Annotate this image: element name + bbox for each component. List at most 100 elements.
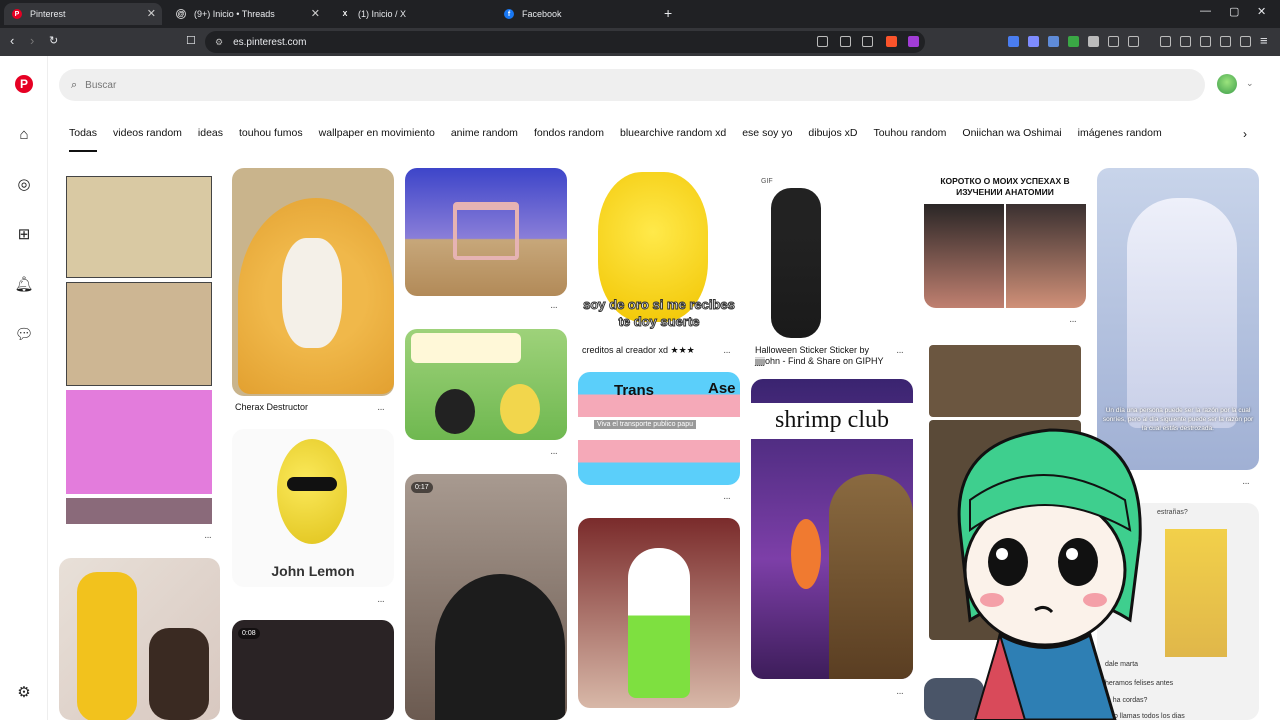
pin-cat-video[interactable]: 0:17 [405,474,567,720]
pin-ronald[interactable] [59,558,220,720]
more-options-icon[interactable]: ··· [896,347,904,358]
chip[interactable]: ese soy yo [742,127,792,147]
more-options-icon[interactable]: ··· [204,532,212,543]
search-input[interactable]: Buscar [85,80,116,91]
chip[interactable]: imágenes random [1078,127,1162,147]
chip[interactable]: fondos random [534,127,604,147]
chip[interactable]: dibujos xD [808,127,857,147]
pin-text: John Lemon [271,563,355,579]
extension-icon[interactable] [1088,36,1099,47]
pin-caption: creditos al creador xd ★★★ [582,345,695,355]
cast-icon[interactable] [817,36,828,47]
leo-icon[interactable] [1220,36,1231,47]
pin-buzz[interactable] [578,518,740,708]
search-icon: ⌕ [71,78,78,91]
pin-trans[interactable]: Trans Ase Viva el transporte publico pap… [578,372,740,485]
wallet-icon[interactable] [1200,36,1211,47]
chip-todas[interactable]: Todas [69,127,98,152]
threads-icon: @ [176,9,186,19]
shrimp [791,519,821,589]
sunglasses [287,477,337,491]
chat-image [1165,529,1227,657]
chevron-down-icon[interactable]: ⌄ [1246,78,1254,89]
tab-threads[interactable]: @ (9+) Inicio • Threads ✕ [170,3,326,25]
pin-ruins[interactable] [405,168,567,296]
close-icon[interactable]: ✕ [147,7,156,20]
black-cat [435,574,565,720]
sidebar-icon[interactable] [1180,36,1191,47]
search-bar[interactable]: ⌕ Buscar [59,69,1205,101]
puzzle-icon[interactable] [1108,36,1119,47]
menu-icon[interactable]: ≡ [1260,33,1268,48]
back-icon[interactable]: ‹ [10,33,14,48]
pin-anatomy[interactable]: КОРОТКО О МОИХ УСПЕХАХ В ИЗУЧЕНИИ АНАТОМ… [924,168,1086,308]
tab-facebook[interactable]: f Facebook [498,3,658,25]
pin-halloween[interactable]: GIF [751,168,913,338]
tab-label: Facebook [522,9,562,19]
pin-dark-video[interactable]: 0:08 [232,620,394,720]
pin-john-lemon[interactable]: John Lemon [232,429,394,587]
vpn-icon[interactable] [1240,36,1251,47]
site-info-icon[interactable]: ⚙ [215,37,223,48]
extension-icon[interactable] [1048,36,1059,47]
tab-pinterest[interactable]: P Pinterest ✕ [4,3,162,25]
more-options-icon[interactable]: ··· [377,404,385,415]
chip[interactable]: touhou fumos [239,127,303,147]
chip[interactable]: ideas [198,127,223,147]
chip[interactable]: wallpaper en movimiento [319,127,435,147]
create-icon[interactable]: ⊞ [14,224,34,244]
more-options-icon[interactable]: ··· [377,596,385,607]
brave-shield-icon[interactable] [886,36,897,47]
download-icon[interactable] [1160,36,1171,47]
brave-rewards-icon[interactable] [908,36,919,47]
home-icon[interactable]: ⌂ [14,124,34,144]
notifications-icon[interactable]: 🔔︎ [14,274,34,294]
person-figure [149,628,209,720]
more-options-icon[interactable]: ··· [723,347,731,358]
chip[interactable]: videos random [113,127,182,147]
minimize-icon[interactable]: — [1200,5,1211,17]
extension-icon[interactable] [1128,36,1139,47]
pin-animal-crossing[interactable] [405,329,567,440]
share-icon[interactable] [862,36,873,47]
pinterest-logo-icon[interactable]: P [15,75,33,93]
pin-manga-panel[interactable] [929,345,1081,417]
more-options-icon[interactable]: ··· [723,493,731,504]
maximize-icon[interactable]: ▢ [1229,5,1239,18]
extension-icon[interactable] [1068,36,1079,47]
close-window-icon[interactable]: ✕ [1257,5,1266,18]
settings-icon[interactable]: ⚙ [14,682,34,702]
video-duration: 0:17 [411,482,433,493]
explore-icon[interactable]: ◎ [14,174,34,194]
translate-icon[interactable] [840,36,851,47]
tab-x[interactable]: X (1) Inicio / X [334,3,494,25]
reload-icon[interactable]: ↻ [49,34,58,47]
new-tab-icon[interactable]: + [664,5,672,21]
pin-golden-dog[interactable]: soy de oro si me recibes te doy suerte [578,168,740,338]
pin-shrimp-club[interactable]: shrimp club [751,379,913,679]
more-options-icon[interactable]: ··· [550,302,558,313]
pin-comic[interactable] [59,168,220,530]
more-options-icon[interactable]: ··· [896,688,904,699]
chip[interactable]: Touhou random [873,127,946,147]
more-options-icon[interactable]: ··· [550,448,558,459]
messages-icon[interactable]: 💬︎ [14,324,34,344]
chip[interactable]: bluearchive random xd [620,127,726,147]
close-icon[interactable]: ✕ [311,7,320,20]
extension-icon[interactable] [1008,36,1019,47]
bookmark-icon[interactable]: ☐ [186,34,196,47]
more-options-icon[interactable]: ··· [1069,316,1077,327]
pinterest-sidebar: P ⌂ ◎ ⊞ 🔔︎ 💬︎ ⚙ [0,56,48,720]
avatar[interactable] [1217,74,1237,94]
pin-crayfish[interactable] [232,168,394,396]
chevron-right-icon[interactable]: › [1243,127,1247,141]
comic-panel [66,176,212,278]
tab-label: Pinterest [30,9,66,19]
more-options-icon[interactable]: ··· [1242,478,1250,489]
extension-icon[interactable] [1028,36,1039,47]
board-filter-chips: Todas videos random ideas touhou fumos w… [69,127,1178,152]
chip[interactable]: Oniichan wa Oshimai [962,127,1061,147]
chip[interactable]: anime random [451,127,518,147]
pin-text: shrimp club [775,407,889,433]
forward-icon[interactable]: › [30,33,34,48]
